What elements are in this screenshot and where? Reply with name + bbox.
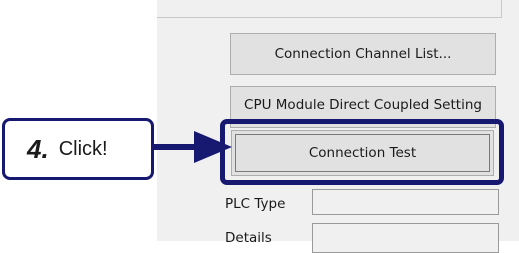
step-number: 4. — [27, 133, 49, 164]
cpu-module-direct-coupled-setting-label: CPU Module Direct Coupled Setting — [244, 97, 482, 113]
step-instruction: Click! — [58, 137, 108, 160]
dialog-top-section — [157, 0, 502, 18]
right-arrow-icon — [154, 131, 232, 163]
highlight-frame — [220, 119, 504, 185]
connection-channel-list-button[interactable]: Connection Channel List... — [230, 33, 496, 75]
connection-channel-list-label: Connection Channel List... — [274, 46, 452, 62]
instruction-callout: 4. Click! — [2, 118, 154, 180]
details-label: Details — [225, 230, 272, 246]
plc-type-field — [312, 189, 499, 215]
details-field — [312, 223, 499, 253]
plc-type-label: PLC Type — [225, 196, 286, 212]
